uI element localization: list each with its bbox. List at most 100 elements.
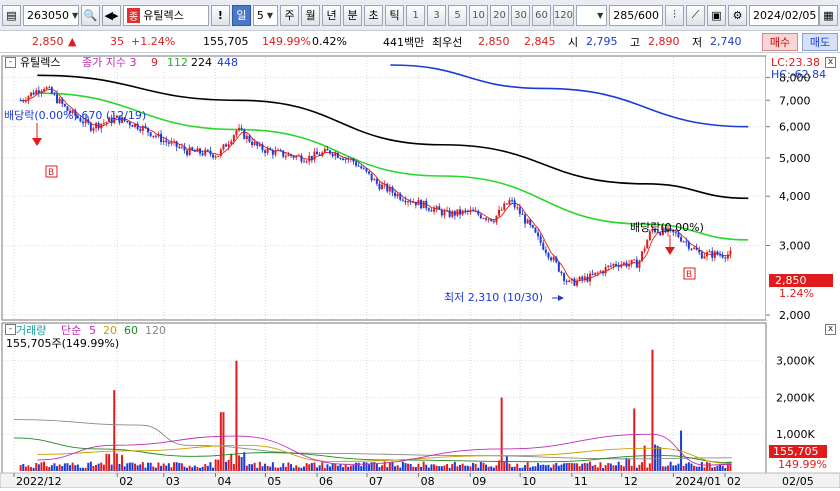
candle-body (43, 88, 46, 91)
candle-body (357, 165, 360, 167)
volume-bar (43, 461, 46, 471)
interval-20-button[interactable]: 20 (490, 4, 510, 26)
volume-bar (308, 464, 311, 471)
candle-body (427, 208, 430, 211)
candle-body (35, 90, 38, 95)
period-tick-button[interactable]: 틱 (385, 4, 405, 26)
calendar-icon[interactable]: ▦ (819, 4, 838, 26)
volume-bar (378, 467, 381, 471)
ma448-label: 448 (217, 56, 238, 69)
volume-bar (425, 464, 428, 471)
volume-bar (61, 466, 64, 471)
close-price-panel-button[interactable]: x (825, 57, 836, 68)
buy-button[interactable]: 매수 (762, 33, 798, 51)
candle-body (199, 148, 202, 154)
date-field[interactable]: 2024/02/05 (749, 4, 819, 26)
candle-body (474, 211, 477, 213)
volume-bar (266, 465, 269, 471)
volume-bar (188, 465, 191, 471)
volume-bar (123, 466, 126, 471)
volume-bar (287, 462, 290, 471)
x-axis-label: 08 (421, 475, 435, 488)
interval-5-button[interactable]: 5 (448, 4, 468, 26)
current-price: 2,850 (32, 35, 64, 48)
drawing-icon[interactable]: ⟋ (686, 4, 705, 26)
candle-body (453, 211, 456, 216)
interval-3-button[interactable]: 3 (427, 4, 447, 26)
candle-body (347, 158, 350, 160)
volume-bar (157, 462, 160, 471)
candle-body (440, 209, 443, 216)
period-month-button[interactable]: 월 (301, 4, 321, 26)
candle-body (321, 152, 324, 156)
volume-bar (248, 464, 251, 471)
collapse-volume-panel-button[interactable]: - (5, 324, 16, 335)
volume-bar (97, 463, 100, 471)
period-day-button[interactable]: 일 (231, 4, 251, 26)
volume-bar (186, 467, 189, 471)
interval-120-button[interactable]: 120 (553, 4, 574, 26)
quote-bar: 2,850 ▲ 35 +1.24% 155,705 149.99% 0.42% … (0, 31, 840, 53)
current-pct-text: 1.24% (779, 287, 814, 300)
period-value-select[interactable]: 5 ▼ (252, 4, 279, 26)
candle-body (266, 148, 269, 153)
settings-icon[interactable]: ⚙ (728, 4, 747, 26)
volume-bar (180, 463, 183, 471)
candle-body (362, 168, 365, 170)
period-second-button[interactable]: 초 (364, 4, 384, 26)
interval-60-button[interactable]: 60 (532, 4, 552, 26)
volume-bar (438, 466, 441, 471)
candle-body (251, 141, 254, 145)
candle-body (253, 141, 256, 145)
candle-body (513, 200, 516, 208)
period-minute-button[interactable]: 분 (343, 4, 363, 26)
candle-body (373, 179, 376, 181)
candle-icon[interactable]: ⫶ (665, 4, 684, 26)
save-icon[interactable]: ▣ (707, 4, 726, 26)
candle-body (100, 123, 103, 129)
volume-ratio: 149.99% (262, 35, 311, 48)
candle-body (563, 273, 566, 281)
period-week-button[interactable]: 주 (280, 4, 300, 26)
stock-code-input[interactable]: 263050 ▼ (23, 4, 79, 26)
open-label: 시 (568, 35, 579, 49)
period-year-button[interactable]: 년 (322, 4, 342, 26)
chart-area[interactable]: 8,000 7,000 6,000 5,000 4,000 3,000 2,000 3,00… (0, 53, 840, 489)
volume-bar (79, 467, 82, 471)
stock-name-field[interactable]: 종 유틸렉스 (123, 4, 209, 26)
volume-bar (443, 465, 446, 471)
alert-button[interactable]: ! (210, 4, 230, 26)
candle-body (713, 251, 716, 258)
volume-bar (251, 464, 254, 471)
interval-1-button[interactable]: 1 (406, 4, 426, 26)
volume-bar (24, 466, 27, 471)
search-icon[interactable]: 🔍 (81, 4, 100, 26)
candle-body (178, 147, 181, 149)
volume-bar (508, 463, 511, 471)
candle-body (45, 87, 48, 89)
count-field[interactable]: 285/600 (609, 4, 663, 26)
candle-body (526, 219, 529, 224)
candle-body (264, 150, 267, 153)
interval-custom-select[interactable]: ▼ (575, 4, 608, 26)
chart-type-icon[interactable]: ▤ (2, 4, 21, 26)
candle-body (529, 219, 532, 226)
interval-10-button[interactable]: 10 (469, 4, 489, 26)
candle-body (292, 155, 295, 158)
candle-body (144, 125, 147, 128)
collapse-price-panel-button[interactable]: - (5, 57, 16, 68)
candle-body (219, 149, 222, 156)
volume-bar (703, 467, 706, 471)
x-axis-label: 05 (267, 475, 281, 488)
sell-button[interactable]: 매도 (802, 33, 838, 51)
volume-bar (682, 466, 685, 471)
close-volume-panel-button[interactable]: x (825, 324, 836, 335)
interval-30-button[interactable]: 30 (511, 4, 531, 26)
price-change-pct: +1.24% (131, 35, 176, 48)
prev-next-icon[interactable]: ◀▸ (102, 4, 121, 26)
volume-bar (537, 463, 540, 471)
volume-bar (50, 465, 53, 471)
candle-body (711, 251, 714, 258)
candle-body (196, 148, 199, 152)
candle-body (160, 133, 163, 143)
